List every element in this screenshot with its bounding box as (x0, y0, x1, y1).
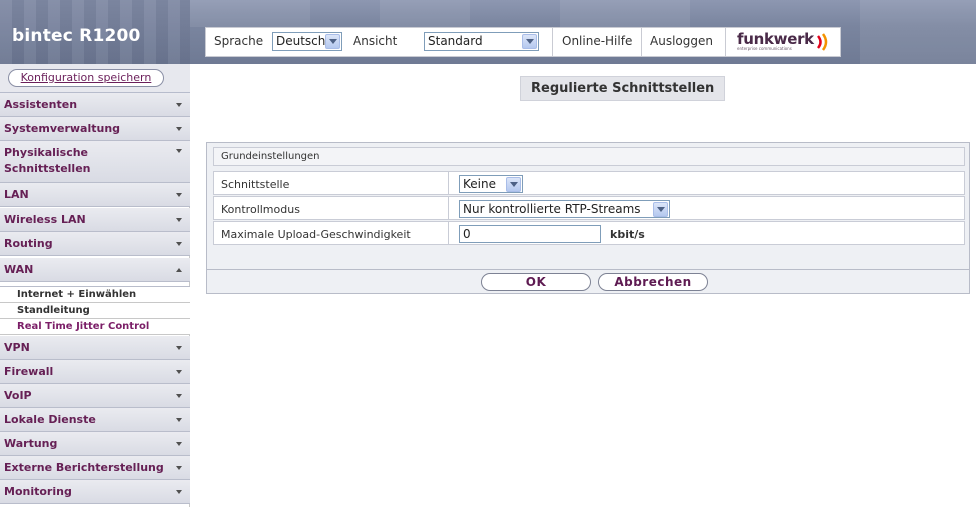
sidebar-item-maintenance[interactable]: Wartung (0, 432, 190, 456)
divider (552, 28, 553, 56)
sidebar-item-label: VPN (4, 341, 30, 354)
chevron-down-icon (176, 242, 182, 246)
funkwerk-logo: funkwerk enterprise communications (737, 30, 837, 54)
chevron-down-icon (176, 394, 182, 398)
language-select[interactable]: Deutsch (272, 32, 342, 51)
sidebar-item-system-management[interactable]: Systemverwaltung (0, 117, 190, 141)
sidebar-item-firewall[interactable]: Firewall (0, 360, 190, 384)
sidebar-item-vpn[interactable]: VPN (0, 336, 190, 360)
sidebar-item-label: Wireless LAN (4, 213, 86, 226)
logo-waves-icon (816, 33, 828, 51)
chevron-down-icon (522, 34, 537, 49)
chevron-down-icon (176, 103, 182, 107)
upload-speed-input[interactable]: 0 (459, 225, 601, 243)
interface-row: Schnittstelle Keine (213, 171, 965, 195)
logout-link[interactable]: Ausloggen (650, 34, 713, 48)
app-title: bintec R1200 (12, 26, 141, 46)
sidebar-item-label: Externe Berichterstellung (4, 461, 164, 474)
control-mode-select[interactable]: Nur kontrollierte RTP-Streams (459, 200, 670, 218)
sidebar-item-label: Routing (4, 237, 53, 250)
divider (448, 197, 449, 219)
chevron-down-icon (176, 149, 182, 153)
sidebar-item-label: Firewall (4, 365, 54, 378)
chevron-down-icon (176, 466, 182, 470)
view-value: Standard (428, 34, 483, 48)
sidebar-item-external-reporting[interactable]: Externe Berichterstellung (0, 456, 190, 480)
top-toolbar: Sprache Deutsch Ansicht Standard Online-… (205, 27, 841, 57)
chevron-up-icon (176, 268, 182, 272)
sidebar-item-physical-interfaces[interactable]: Physikalische Schnittstellen (0, 141, 190, 183)
chevron-down-icon (176, 490, 182, 494)
language-value: Deutsch (276, 34, 326, 48)
settings-panel: Grundeinstellungen Schnittstelle Keine K… (206, 142, 970, 270)
sidebar-item-label: Lokale Dienste (4, 413, 96, 426)
sidebar-item-routing[interactable]: Routing (0, 232, 190, 256)
sidebar-item-voip[interactable]: VoIP (0, 384, 190, 408)
divider (641, 28, 642, 56)
interface-label: Schnittstelle (221, 178, 290, 191)
online-help-link[interactable]: Online-Hilfe (562, 34, 632, 48)
chevron-down-icon (176, 218, 182, 222)
sidebar-item-label: Systemverwaltung (4, 122, 121, 135)
interface-select[interactable]: Keine (459, 175, 523, 193)
divider (448, 222, 449, 244)
sidebar-item-assistants[interactable]: Assistenten (0, 93, 190, 117)
upload-speed-label: Maximale Upload-Geschwindigkeit (221, 228, 411, 241)
chevron-down-icon (176, 442, 182, 446)
chevron-down-icon (176, 346, 182, 350)
sidebar-item-local-services[interactable]: Lokale Dienste (0, 408, 190, 432)
header: bintec R1200 Sprache Deutsch Ansicht Sta… (0, 0, 976, 64)
control-mode-row: Kontrollmodus Nur kontrollierte RTP-Stre… (213, 196, 965, 220)
sidebar-item-label: WAN (4, 263, 34, 276)
sidebar-subitem-internet-dialup[interactable]: Internet + Einwählen (0, 287, 190, 303)
sidebar: Konfiguration speichern Assistenten Syst… (0, 64, 190, 507)
sidebar-item-lan[interactable]: LAN (0, 183, 190, 207)
page-title: Regulierte Schnittstellen (520, 76, 726, 101)
wan-submenu: Internet + Einwählen Standleitung Real T… (0, 286, 190, 336)
chevron-down-icon (176, 418, 182, 422)
sidebar-item-label: VoIP (4, 389, 32, 402)
button-bar: OK Abbrechen (206, 270, 970, 294)
sidebar-item-label: Wartung (4, 437, 58, 450)
divider (448, 172, 449, 194)
control-mode-label: Kontrollmodus (221, 203, 300, 216)
sidebar-item-monitoring[interactable]: Monitoring (0, 480, 190, 504)
chevron-down-icon (176, 127, 182, 131)
save-configuration-button[interactable]: Konfiguration speichern (8, 69, 164, 87)
section-title: Grundeinstellungen (213, 147, 965, 166)
sidebar-item-wan[interactable]: WAN (0, 258, 190, 282)
ok-button[interactable]: OK (481, 273, 591, 291)
cancel-button[interactable]: Abbrechen (598, 273, 708, 291)
view-label: Ansicht (353, 34, 398, 48)
sidebar-item-wireless-lan[interactable]: Wireless LAN (0, 208, 190, 232)
interface-value: Keine (463, 177, 496, 191)
divider (725, 28, 726, 56)
sidebar-subitem-leased-line[interactable]: Standleitung (0, 303, 190, 319)
sidebar-item-label: LAN (4, 188, 29, 201)
main-content: Regulierte Schnittstellen Grundeinstellu… (190, 64, 976, 507)
sidebar-item-label: Physikalische Schnittstellen (4, 146, 91, 175)
upload-speed-row: Maximale Upload-Geschwindigkeit 0 kbit/s (213, 221, 965, 245)
save-area: Konfiguration speichern (0, 64, 190, 93)
chevron-down-icon (176, 193, 182, 197)
sidebar-item-label: Monitoring (4, 485, 72, 498)
chevron-down-icon (325, 34, 340, 49)
upload-speed-unit: kbit/s (610, 228, 645, 241)
chevron-down-icon (506, 177, 521, 192)
chevron-down-icon (653, 202, 668, 217)
view-select[interactable]: Standard (424, 32, 539, 51)
control-mode-value: Nur kontrollierte RTP-Streams (463, 202, 641, 216)
language-label: Sprache (214, 34, 264, 48)
chevron-down-icon (176, 370, 182, 374)
sidebar-subitem-real-time-jitter-control[interactable]: Real Time Jitter Control (0, 319, 190, 335)
sidebar-item-label: Assistenten (4, 98, 78, 111)
